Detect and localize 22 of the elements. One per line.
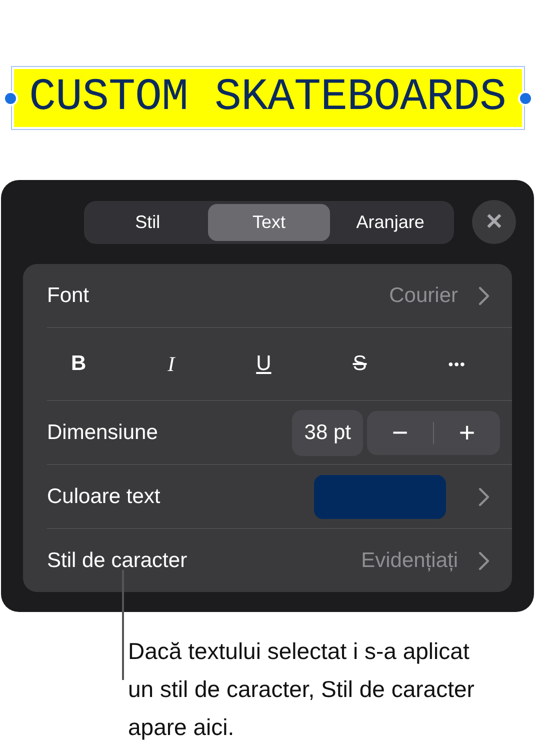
row-label: Dimensiune <box>47 420 158 444</box>
close-button[interactable]: ✕ <box>472 200 516 244</box>
decrease-button[interactable]: − <box>367 410 433 454</box>
selection-handle[interactable] <box>2 91 18 106</box>
tab[interactable]: Aranjare <box>330 204 451 240</box>
chevron-icon[interactable] <box>478 486 490 506</box>
format-button[interactable]: S <box>346 348 373 380</box>
color-swatch[interactable] <box>314 474 446 518</box>
chevron-icon[interactable] <box>478 550 490 570</box>
format-button[interactable]: B <box>65 348 92 380</box>
row-label: Font <box>47 284 90 308</box>
tab[interactable]: Text <box>208 204 330 240</box>
format-button[interactable]: ••• <box>442 352 472 376</box>
row-label: Culoare text <box>47 484 160 508</box>
size-field[interactable]: 38 pt <box>292 410 363 456</box>
tab[interactable]: Stil <box>87 204 208 240</box>
increase-button[interactable]: + <box>434 410 500 454</box>
callout-text: Dacă textului selectat i s-a aplicat un stil de caracter, Stil de caracter apare aici. <box>128 637 476 742</box>
format-button[interactable]: U <box>250 348 278 380</box>
row-label: Stil de caracter <box>47 548 188 572</box>
chevron-icon[interactable] <box>478 286 490 306</box>
format-button[interactable]: I <box>162 348 181 380</box>
